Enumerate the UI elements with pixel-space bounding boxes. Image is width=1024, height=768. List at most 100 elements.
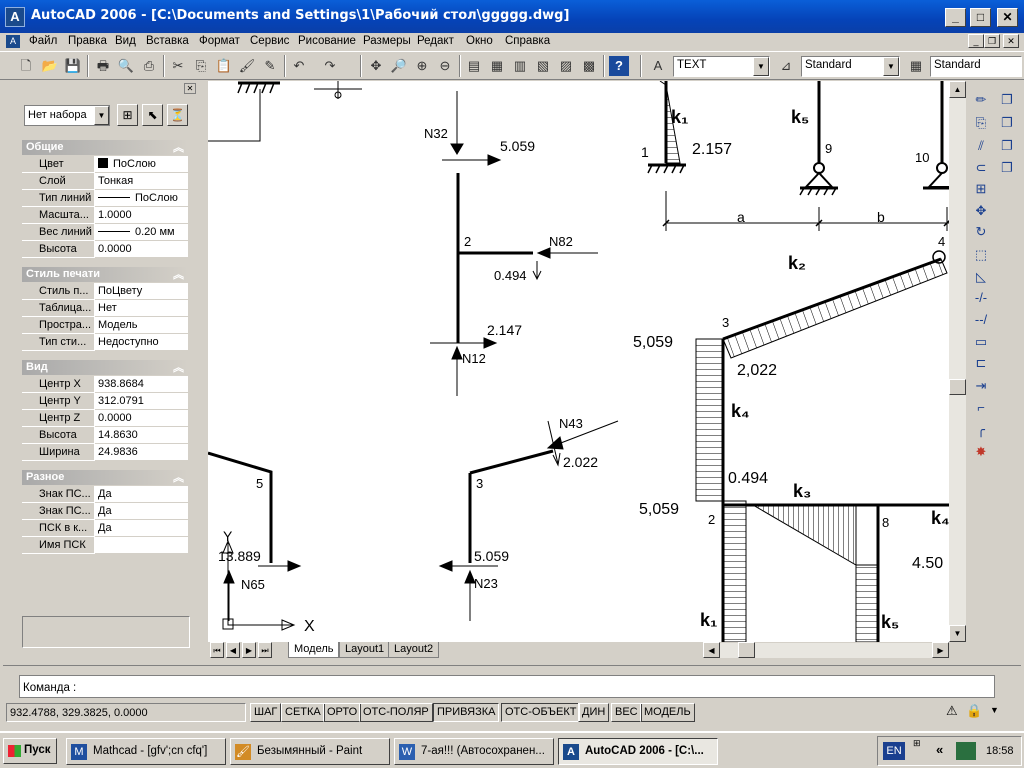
task-paint[interactable]: 🖌 Безымянный - Paint bbox=[230, 738, 390, 765]
property-value[interactable]: 0.0000 bbox=[95, 410, 188, 427]
section-header-1[interactable]: Стиль печати ︽ bbox=[22, 267, 188, 282]
status-toggle-5[interactable]: ОТС-ОБЪЕКТ bbox=[501, 703, 581, 722]
status-toggle-0[interactable]: ШАГ bbox=[250, 703, 282, 722]
status-toggle-1[interactable]: СЕТКА bbox=[281, 703, 325, 722]
join-icon[interactable]: ⇥ bbox=[971, 376, 991, 396]
stretch-icon[interactable]: ◺ bbox=[971, 267, 991, 287]
tablestyle-icon[interactable]: ▦ bbox=[906, 56, 926, 76]
task-mathcad[interactable]: M Mathcad - [gfv';cn cfq'] bbox=[66, 738, 226, 765]
scroll-left-icon[interactable]: ◀ bbox=[703, 642, 720, 658]
close-button[interactable]: ✕ bbox=[997, 8, 1018, 27]
maximize-button[interactable]: □ bbox=[970, 8, 991, 27]
matchprop-icon[interactable]: 🖌 bbox=[237, 56, 257, 76]
erase-icon[interactable]: ✏ bbox=[971, 90, 991, 110]
table-style-select[interactable]: Standard bbox=[930, 56, 1022, 77]
status-toggle-4[interactable]: ПРИВЯЗКА bbox=[433, 703, 500, 722]
property-row[interactable]: Высота 14.8630 bbox=[22, 427, 188, 444]
menu-help[interactable]: Справка bbox=[505, 35, 550, 47]
draworder-under-icon[interactable]: ❐ bbox=[997, 158, 1017, 178]
toolpalettes-icon[interactable]: ▥ bbox=[510, 56, 530, 76]
text-style-select[interactable]: TEXT ▼ bbox=[673, 56, 770, 77]
scale-icon[interactable]: ⬚ bbox=[971, 245, 991, 265]
undo-icon[interactable]: ↶ bbox=[289, 56, 309, 76]
document-icon[interactable]: A bbox=[6, 35, 20, 48]
property-value[interactable] bbox=[95, 537, 188, 554]
property-value[interactable]: 312.0791 bbox=[95, 393, 188, 410]
communication-center-icon[interactable]: ⚠ bbox=[946, 703, 958, 719]
network-icon[interactable] bbox=[956, 742, 976, 760]
print-icon[interactable]: 🖶 bbox=[93, 56, 113, 76]
trim-icon[interactable]: -/- bbox=[971, 288, 991, 308]
property-row[interactable]: Ширина 24.9836 bbox=[22, 444, 188, 461]
property-row[interactable]: Тип линий ПоСлою bbox=[22, 190, 188, 207]
property-value[interactable]: Нет bbox=[95, 300, 188, 317]
doc-close-button[interactable]: ✕ bbox=[1003, 34, 1019, 48]
property-value[interactable]: 24.9836 bbox=[95, 444, 188, 461]
designcenter-icon[interactable]: ▦ bbox=[487, 56, 507, 76]
cut-icon[interactable]: ✂ bbox=[168, 56, 188, 76]
markup-icon[interactable]: ▨ bbox=[556, 56, 576, 76]
dim-style-select[interactable]: Standard ▼ bbox=[801, 56, 900, 77]
textstyle-icon[interactable]: A bbox=[648, 56, 668, 76]
redo-icon[interactable]: ↷ bbox=[320, 56, 340, 76]
menu-insert[interactable]: Вставка bbox=[146, 35, 189, 47]
explode-icon[interactable]: ✸ bbox=[971, 442, 991, 462]
paste-icon[interactable]: 📋 bbox=[214, 56, 234, 76]
property-value[interactable]: 14.8630 bbox=[95, 427, 188, 444]
chamfer-icon[interactable]: ⌐ bbox=[971, 398, 991, 418]
property-value[interactable]: 0.20 мм bbox=[95, 224, 188, 241]
doc-restore-button[interactable]: ❐ bbox=[984, 34, 1000, 48]
menu-dimension[interactable]: Размеры bbox=[363, 35, 411, 47]
scroll-thumb[interactable] bbox=[949, 379, 966, 395]
property-value[interactable]: 938.8684 bbox=[95, 376, 188, 393]
section-header-3[interactable]: Разное ︽ bbox=[22, 470, 188, 485]
pickadd-icon[interactable]: ⊞ bbox=[117, 104, 138, 126]
property-row[interactable]: Масшта... 1.0000 bbox=[22, 207, 188, 224]
vertical-scrollbar[interactable]: ▲ ▼ bbox=[949, 81, 966, 642]
property-row[interactable]: Высота 0.0000 bbox=[22, 241, 188, 258]
task-autocad[interactable]: A AutoCAD 2006 - [C:\... bbox=[558, 738, 718, 765]
status-menu-icon[interactable]: ▼ bbox=[990, 705, 999, 715]
scroll-down-icon[interactable]: ▼ bbox=[949, 625, 966, 642]
draworder-above-icon[interactable]: ❐ bbox=[997, 136, 1017, 156]
property-row[interactable]: Центр Y 312.0791 bbox=[22, 393, 188, 410]
menu-draw[interactable]: Рисование bbox=[298, 35, 356, 47]
blockeditor-icon[interactable]: ✎ bbox=[260, 56, 280, 76]
status-toggle-8[interactable]: МОДЕЛЬ bbox=[640, 703, 695, 722]
draworder-front-icon[interactable]: ❐ bbox=[997, 90, 1017, 110]
break-at-point-icon[interactable]: ⊏ bbox=[971, 353, 991, 373]
tray-expand-icon[interactable]: « bbox=[936, 742, 943, 757]
property-value[interactable]: Да bbox=[95, 503, 188, 520]
status-toggle-3[interactable]: ОТС-ПОЛЯР bbox=[359, 703, 433, 722]
select-objects-icon[interactable]: ⬉ bbox=[142, 104, 163, 126]
menu-edit[interactable]: Правка bbox=[68, 35, 107, 47]
open-icon[interactable]: 📂 bbox=[40, 56, 60, 76]
tab-layout1[interactable]: Layout1 bbox=[339, 642, 391, 658]
calculator-icon[interactable]: ▩ bbox=[579, 56, 599, 76]
menu-format[interactable]: Формат bbox=[199, 35, 240, 47]
scroll-up-icon[interactable]: ▲ bbox=[949, 81, 966, 98]
save-icon[interactable]: 💾 bbox=[63, 56, 83, 76]
property-row[interactable]: Простра... Модель bbox=[22, 317, 188, 334]
draworder-back-icon[interactable]: ❐ bbox=[997, 113, 1017, 133]
status-toggle-2[interactable]: ОРТО bbox=[323, 703, 362, 722]
property-value[interactable]: Да bbox=[95, 486, 188, 503]
property-row[interactable]: Слой Тонкая bbox=[22, 173, 188, 190]
section-header-2[interactable]: Вид ︽ bbox=[22, 360, 188, 375]
property-value[interactable]: Недоступно bbox=[95, 334, 188, 351]
dimstyle-icon[interactable]: ⊿ bbox=[776, 56, 796, 76]
menu-window[interactable]: Окно bbox=[466, 35, 493, 47]
move-icon[interactable]: ✥ bbox=[971, 201, 991, 221]
mirror-icon[interactable]: ⫽ bbox=[971, 136, 991, 156]
quick-select-icon[interactable]: ⏳ bbox=[167, 104, 188, 126]
status-toggle-7[interactable]: ВЕС bbox=[611, 703, 642, 722]
preview-icon[interactable]: 🔍 bbox=[116, 56, 136, 76]
menu-tools[interactable]: Сервис bbox=[250, 35, 289, 47]
lock-icon[interactable]: 🔒 bbox=[966, 703, 982, 719]
property-value[interactable]: Да bbox=[95, 520, 188, 537]
property-row[interactable]: Знак ПС... Да bbox=[22, 486, 188, 503]
section-header-0[interactable]: Общие ︽ bbox=[22, 140, 188, 155]
selection-select[interactable]: Нет набора ▼ bbox=[24, 105, 110, 126]
new-icon[interactable]: 🗋 bbox=[16, 56, 36, 76]
zoom-realtime-icon[interactable]: 🔎 bbox=[389, 56, 409, 76]
